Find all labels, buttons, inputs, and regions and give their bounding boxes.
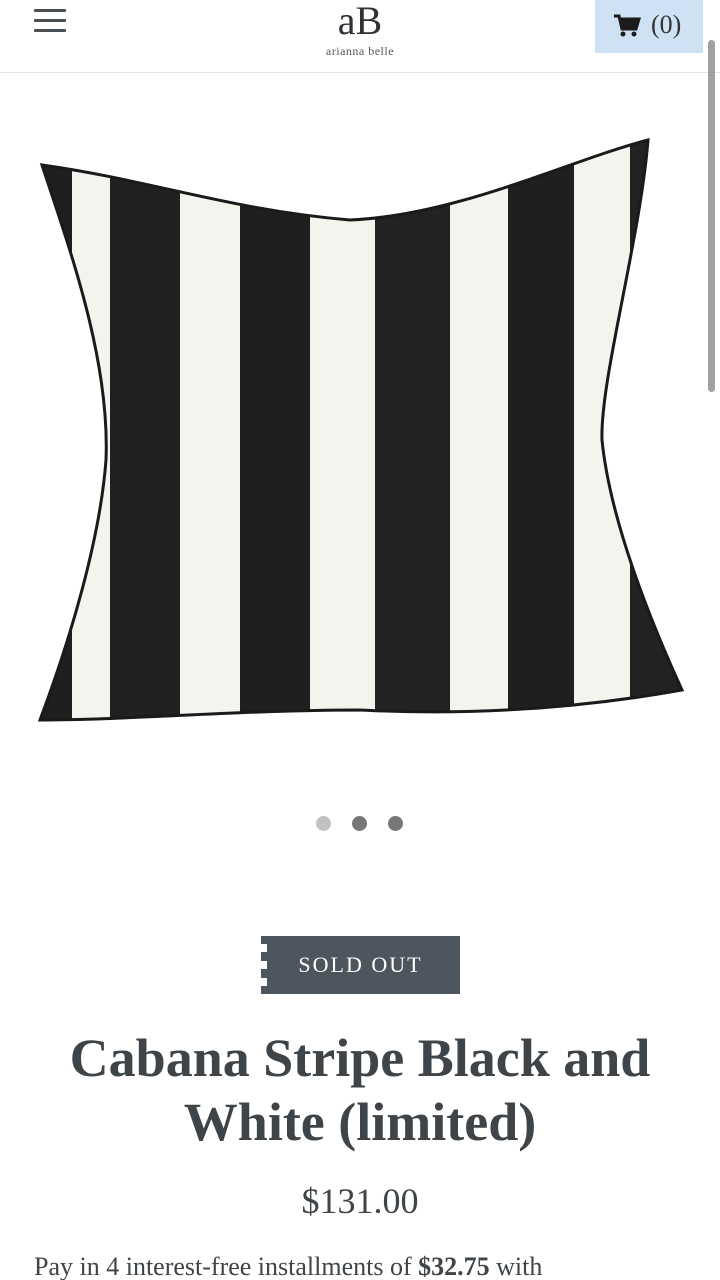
installment-amount: $32.75	[418, 1252, 490, 1280]
carousel-dot-2[interactable]	[352, 816, 367, 831]
carousel-dot-3[interactable]	[388, 816, 403, 831]
badge-notch	[261, 944, 267, 952]
sold-out-badge: SOLD OUT	[261, 936, 460, 994]
installments-prefix: Pay in 4 interest-free installments of	[34, 1252, 419, 1280]
svg-text:aB: aB	[338, 0, 382, 42]
badge-notch	[261, 961, 267, 969]
site-logo[interactable]: aB arianna belle	[300, 0, 420, 62]
badge-label: SOLD OUT	[298, 952, 423, 977]
product-title: Cabana Stripe Black and White (limited)	[69, 1028, 651, 1152]
installments-text: Pay in 4 interest-free installments of $…	[34, 1252, 714, 1280]
cart-count: (0)	[651, 10, 682, 39]
carousel-dots	[316, 816, 412, 832]
hamburger-menu-icon[interactable]	[32, 9, 68, 37]
shopping-cart-icon	[614, 14, 641, 37]
installments-suffix: with	[489, 1252, 543, 1280]
scrollbar[interactable]	[708, 40, 715, 392]
carousel-dot-1[interactable]	[316, 816, 331, 831]
logo-text: arianna belle	[325, 44, 395, 58]
product-image-striped-pillow[interactable]	[30, 120, 690, 760]
logo-monogram: aB	[338, 0, 382, 42]
cart-button[interactable]: (0)	[595, 0, 703, 53]
product-price: $131.00	[301, 1181, 419, 1221]
badge-notch	[261, 978, 267, 986]
site-header: aB arianna belle (0)	[0, 0, 720, 73]
